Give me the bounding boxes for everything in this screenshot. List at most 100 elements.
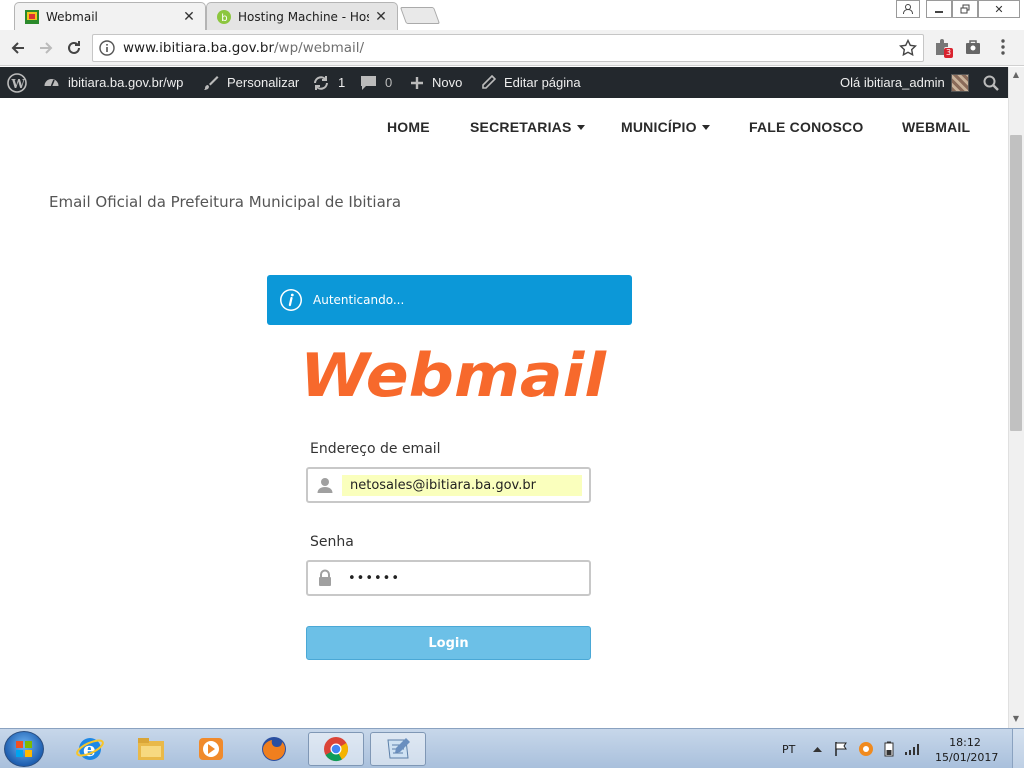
- restore-button[interactable]: [952, 0, 978, 18]
- internet-explorer-icon: e: [76, 737, 104, 761]
- site-name-link[interactable]: ibitiara.ba.gov.br/wp: [43, 67, 183, 98]
- brush-icon: [204, 75, 219, 90]
- chevron-up-icon: [813, 747, 822, 752]
- tab-close-icon[interactable]: ✕: [373, 9, 389, 25]
- password-value: ••••••: [348, 570, 401, 586]
- email-value: netosales@ibitiara.ba.gov.br: [342, 474, 582, 496]
- edit-page-link[interactable]: Editar página: [481, 67, 581, 98]
- status-alert: Autenticando...: [267, 275, 632, 325]
- url-host: www.ibitiara.ba.gov.br: [123, 40, 274, 56]
- my-account-link[interactable]: Olá ibitiara_admin: [840, 67, 969, 98]
- admin-search-button[interactable]: [983, 67, 1007, 98]
- tab-title: Hosting Machine - Hospe: [238, 9, 369, 24]
- signal-bars-icon: [905, 744, 919, 755]
- nav-home-label: HOME: [387, 119, 430, 135]
- bag-icon: [966, 40, 980, 54]
- new-tab-button[interactable]: [399, 7, 441, 24]
- tray-flag[interactable]: [833, 729, 849, 768]
- comment-icon: [361, 75, 376, 90]
- nav-webmail[interactable]: WEBMAIL: [902, 98, 970, 156]
- show-desktop-button[interactable]: [1012, 729, 1024, 768]
- page-content: Email Oficial da Prefeitura Municipal de…: [0, 168, 1008, 728]
- nav-home[interactable]: HOME: [387, 98, 430, 156]
- clock-time: 18:12: [949, 736, 981, 749]
- svg-text:b: b: [221, 13, 227, 24]
- email-field[interactable]: netosales@ibitiara.ba.gov.br: [306, 467, 591, 503]
- caret-down-icon: [576, 125, 585, 130]
- taskbar-media-player[interactable]: [183, 732, 239, 766]
- refresh-icon: [314, 75, 328, 90]
- tray-network[interactable]: [904, 729, 922, 768]
- plus-icon: [411, 76, 423, 89]
- firefox-icon: [262, 737, 286, 761]
- scrollbar-thumb[interactable]: [1010, 135, 1022, 431]
- taskbar-explorer[interactable]: [123, 732, 179, 766]
- folder-icon: [138, 738, 164, 760]
- updates-count: 1: [338, 75, 346, 90]
- customize-link[interactable]: Personalizar: [203, 67, 299, 98]
- site-favicon-icon: [25, 9, 39, 24]
- extension-badge: 3: [944, 48, 954, 58]
- page-title: Email Oficial da Prefeitura Municipal de…: [49, 193, 402, 211]
- nav-fale-conosco-label: FALE CONOSCO: [749, 119, 864, 135]
- nav-secretarias-label: SECRETARIAS: [470, 119, 572, 135]
- language-indicator[interactable]: PT: [782, 729, 795, 768]
- minimize-icon: [935, 11, 943, 13]
- alert-text: Autenticando...: [313, 293, 405, 307]
- extension-2-button[interactable]: [962, 36, 984, 58]
- taskbar-chrome[interactable]: [308, 732, 364, 766]
- lock-icon: [319, 569, 331, 586]
- taskbar-ie[interactable]: e: [62, 732, 118, 766]
- info-icon[interactable]: [99, 40, 115, 56]
- updates-link[interactable]: 1: [312, 67, 345, 98]
- tray-avast[interactable]: [858, 729, 874, 768]
- tab-hosting-machine[interactable]: b Hosting Machine - Hospe ✕: [206, 2, 398, 30]
- tab-close-icon[interactable]: ✕: [181, 9, 197, 25]
- avatar: [950, 73, 969, 92]
- extension-button[interactable]: 3: [932, 36, 954, 58]
- chrome-icon: [324, 737, 349, 762]
- nav-fale-conosco[interactable]: FALE CONOSCO: [749, 98, 863, 156]
- forward-button[interactable]: [34, 36, 58, 60]
- nav-secretarias[interactable]: SECRETARIAS: [470, 98, 585, 156]
- address-bar[interactable]: www.ibitiara.ba.gov.br/wp/webmail/: [92, 34, 924, 62]
- reload-button[interactable]: [62, 36, 86, 60]
- minimize-button[interactable]: [926, 0, 952, 18]
- tray-expand-button[interactable]: [813, 729, 822, 768]
- pencil-icon: [482, 75, 496, 89]
- windows-taskbar: e PT 18:12 15/01/2017: [0, 728, 1024, 768]
- nav-municipio[interactable]: MUNICÍPIO: [621, 98, 710, 156]
- menu-button[interactable]: [992, 36, 1014, 58]
- wp-admin-bar: W ibitiara.ba.gov.br/wp Personalizar 1 0…: [0, 67, 1008, 98]
- system-clock[interactable]: 18:12 15/01/2017: [935, 735, 998, 765]
- scroll-down-arrow-icon[interactable]: ▼: [1011, 714, 1021, 724]
- language-label: PT: [782, 742, 796, 756]
- tab-webmail[interactable]: Webmail ✕: [14, 2, 206, 30]
- taskbar-firefox[interactable]: [246, 732, 302, 766]
- start-button[interactable]: [4, 731, 44, 767]
- restore-icon: [960, 4, 970, 14]
- new-content-link[interactable]: Novo: [410, 67, 462, 98]
- comments-link[interactable]: 0: [360, 67, 392, 98]
- account-greeting: Olá ibitiara_admin: [840, 75, 945, 90]
- user-icon: [317, 478, 333, 493]
- email-label: Endereço de email: [310, 441, 441, 457]
- windows-logo-icon: [16, 741, 32, 757]
- battery-icon: [884, 741, 894, 757]
- customize-label: Personalizar: [227, 75, 300, 90]
- bookmark-star-icon[interactable]: [899, 39, 917, 57]
- login-button[interactable]: Login: [306, 626, 591, 660]
- caret-down-icon: [701, 125, 710, 130]
- comments-count: 0: [385, 75, 393, 90]
- back-button[interactable]: [6, 36, 30, 60]
- password-field[interactable]: ••••••: [306, 560, 591, 596]
- wp-logo-button[interactable]: W: [7, 67, 35, 98]
- action-center-flag-icon: [835, 742, 847, 756]
- user-icon: [903, 4, 913, 15]
- tray-power[interactable]: [883, 729, 895, 768]
- profile-button[interactable]: [896, 0, 920, 18]
- close-window-button[interactable]: ✕: [978, 0, 1020, 18]
- info-circle-icon: [280, 289, 302, 311]
- scroll-up-arrow-icon[interactable]: ▲: [1011, 70, 1021, 80]
- taskbar-notes[interactable]: [370, 732, 426, 766]
